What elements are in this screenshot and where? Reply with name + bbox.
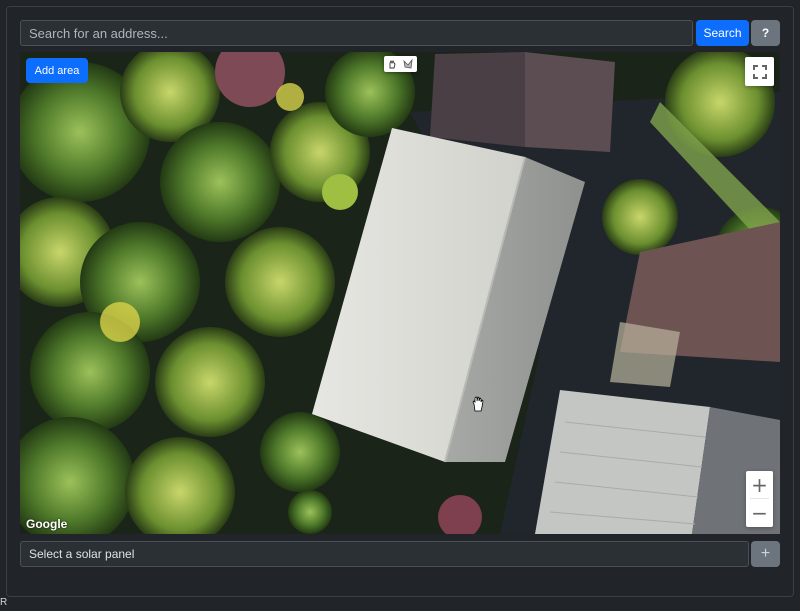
satellite-map[interactable]: Add area + − Google [20,52,780,534]
fullscreen-icon[interactable] [745,57,774,86]
help-button[interactable]: ? [751,20,780,46]
hand-cursor-icon [471,396,485,417]
polygon-icon[interactable] [400,56,416,72]
zoom-out-button[interactable]: − [746,499,773,526]
add-panel-button[interactable]: + [751,541,780,567]
drawing-toolbar [384,56,417,72]
google-attribution-logo: Google [26,517,68,531]
solar-panel-select-label: Select a solar panel [29,547,135,561]
add-area-button[interactable]: Add area [26,58,88,83]
aerial-imagery [20,52,780,534]
search-button[interactable]: Search [696,20,749,46]
address-search-input[interactable] [20,20,693,46]
corner-text: R [0,597,8,608]
zoom-in-button[interactable]: + [746,471,773,498]
zoom-control: + − [746,471,773,527]
solar-panel-select[interactable]: Select a solar panel [20,541,749,567]
hand-icon[interactable] [384,56,400,72]
